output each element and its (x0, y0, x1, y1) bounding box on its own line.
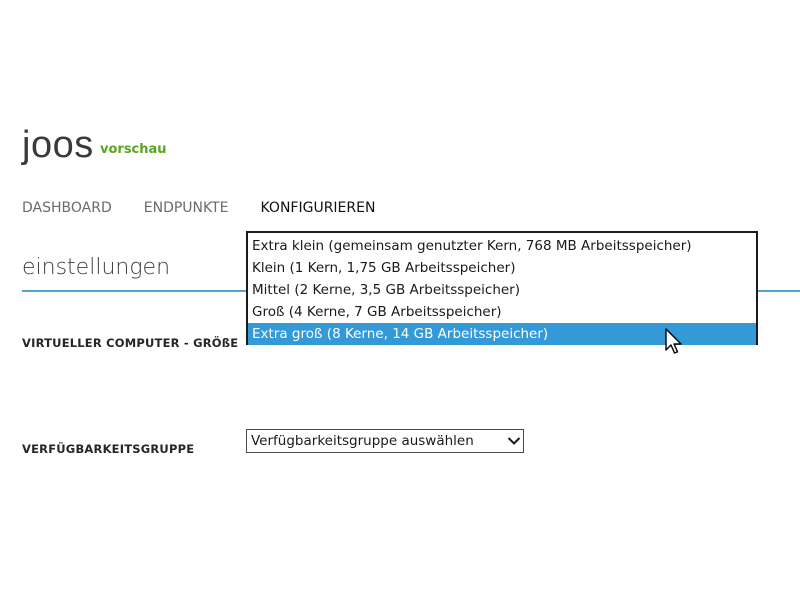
vm-size-label: VIRTUELLER COMPUTER - GRÖßE (22, 336, 239, 350)
preview-badge: vorschau (100, 142, 167, 157)
vm-size-option-extra-small[interactable]: Extra klein (gemeinsam genutzter Kern, 7… (248, 235, 756, 257)
chevron-down-icon (505, 430, 523, 452)
tab-dashboard[interactable]: DASHBOARD (22, 200, 112, 216)
section-title: einstellungen (22, 255, 171, 280)
tab-endpoints[interactable]: ENDPUNKTE (144, 200, 229, 216)
availability-group-value: Verfügbarkeitsgruppe auswählen (251, 433, 474, 449)
page: joos vorschau DASHBOARD ENDPUNKTE KONFIG… (0, 0, 800, 600)
vm-size-option-small[interactable]: Klein (1 Kern, 1,75 GB Arbeitsspeicher) (248, 257, 756, 279)
vm-size-dropdown-list[interactable]: Extra klein (gemeinsam genutzter Kern, 7… (246, 231, 758, 345)
vm-size-option-medium[interactable]: Mittel (2 Kerne, 3,5 GB Arbeitsspeicher) (248, 279, 756, 301)
availability-group-select[interactable]: Verfügbarkeitsgruppe auswählen (246, 429, 524, 453)
tab-configure[interactable]: KONFIGURIEREN (261, 200, 376, 216)
vm-size-option-extra-large[interactable]: Extra groß (8 Kerne, 14 GB Arbeitsspeich… (248, 323, 756, 345)
vm-size-option-large[interactable]: Groß (4 Kerne, 7 GB Arbeitsspeicher) (248, 301, 756, 323)
availability-group-label: VERFÜGBARKEITSGRUPPE (22, 442, 195, 456)
tab-bar: DASHBOARD ENDPUNKTE KONFIGURIEREN (22, 200, 407, 216)
app-title: joos (22, 124, 94, 166)
